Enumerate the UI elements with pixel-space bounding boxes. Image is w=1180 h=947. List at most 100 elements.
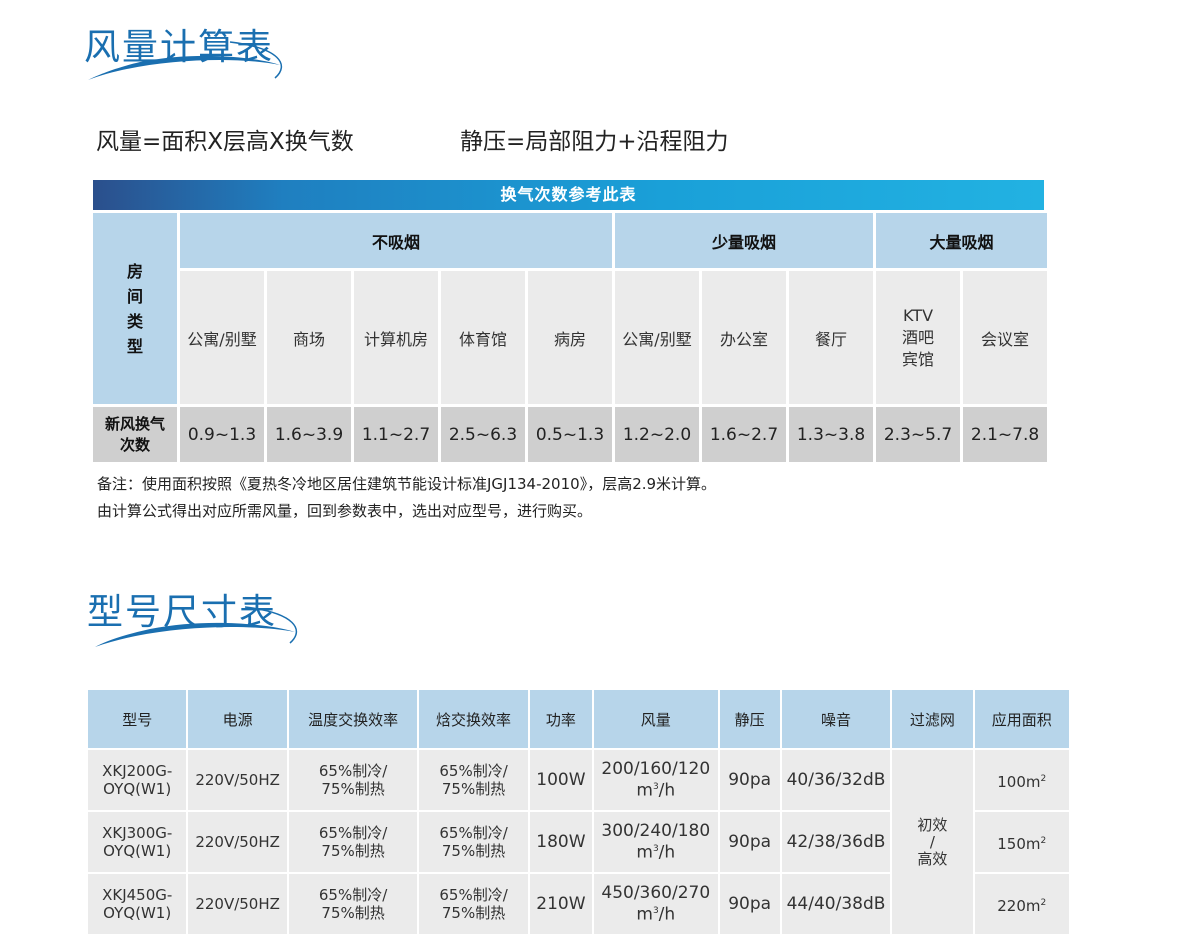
model-cell: XKJ300G- OYQ(W1)	[88, 812, 187, 872]
power-supply-cell: 220V/50HZ	[188, 874, 287, 934]
room-meeting: 会议室	[963, 271, 1048, 404]
power-supply-cell: 220V/50HZ	[188, 750, 287, 810]
header-airflow: 风量	[594, 690, 718, 748]
header-area: 应用面积	[974, 690, 1069, 748]
header-static-pressure: 静压	[719, 690, 780, 748]
room-type-char: 房	[126, 261, 143, 281]
flow-value: 300/240/180	[601, 821, 711, 842]
flow-unit-base: m	[636, 904, 653, 925]
power-cell: 180W	[529, 812, 593, 872]
room-gym: 体育馆	[441, 271, 525, 404]
header-model: 型号	[88, 690, 187, 748]
room-bar: 酒吧	[902, 327, 935, 347]
note-line-2: 由计算公式得出对应所需风量，回到参数表中，选出对应型号，进行购买。	[97, 502, 593, 520]
power-cell: 100W	[529, 750, 593, 810]
room-type-char: 间	[126, 286, 143, 306]
flow-unit: m3/h	[594, 778, 718, 800]
flow-cell: 450/360/270 m3/h	[594, 874, 718, 934]
room-type-header: 房 间 类 型	[93, 213, 177, 404]
filter-line: /	[929, 832, 935, 851]
power-cell: 210W	[529, 874, 593, 934]
room-type-char: 类	[126, 311, 143, 331]
air-change-table: 换气次数参考此表 房 间 类 型 不吸烟 少量吸烟 大量吸烟 公寓/别墅 商场 …	[93, 180, 1048, 465]
enth-eff-cell: 65%制冷/75%制热	[419, 874, 528, 934]
area-unit: m	[1025, 772, 1041, 791]
header-power: 功率	[529, 690, 593, 748]
power-supply-cell: 220V/50HZ	[188, 812, 287, 872]
eff-line: 65%制冷/	[439, 762, 508, 780]
temp-eff-cell: 65%制冷/75%制热	[288, 874, 418, 934]
flow-unit-suffix: /h	[658, 842, 676, 863]
air-change-value: 1.6~2.7	[702, 407, 786, 462]
noise-cell: 42/38/36dB	[781, 812, 891, 872]
noise-cell: 44/40/38dB	[781, 874, 891, 934]
enth-eff-cell: 65%制冷/75%制热	[419, 750, 528, 810]
area-unit-sup: 2	[1040, 835, 1047, 846]
air-change-value: 1.2~2.0	[615, 407, 699, 462]
model-line: OYQ(W1)	[103, 780, 172, 798]
temp-eff-cell: 65%制冷/75%制热	[288, 812, 418, 872]
filter-cell: 初效 / 高效	[892, 750, 973, 934]
value-label-line: 次数	[119, 435, 150, 454]
model-line: XKJ200G-	[102, 762, 173, 780]
flow-unit-base: m	[636, 780, 653, 801]
formula-airflow: 风量=面积X层高X换气数	[96, 129, 354, 155]
air-change-value-label: 新风换气 次数	[93, 407, 177, 462]
area-unit: m	[1025, 896, 1041, 915]
room-hotel: 宾馆	[902, 349, 935, 369]
eff-line: 65%制冷/	[439, 824, 508, 842]
temp-eff-cell: 65%制冷/75%制热	[288, 750, 418, 810]
pressure-cell: 90pa	[719, 750, 780, 810]
model-line: OYQ(W1)	[103, 904, 172, 922]
area-value: 100	[997, 772, 1026, 791]
room-ktv-bar-hotel: KTV 酒吧 宾馆	[876, 271, 961, 404]
header-power-supply: 电源	[188, 690, 287, 748]
noise-cell: 40/36/32dB	[781, 750, 891, 810]
area-value: 220	[997, 896, 1026, 915]
air-change-value: 1.3~3.8	[789, 407, 874, 462]
room-computer: 计算机房	[354, 271, 438, 404]
title-swoosh-decoration	[88, 41, 283, 80]
room-restaurant: 餐厅	[789, 271, 874, 404]
area-cell: 150m2	[974, 812, 1069, 872]
air-change-value: 0.5~1.3	[528, 407, 612, 462]
eff-line: 65%制冷/	[318, 762, 388, 780]
room-type-char: 型	[126, 336, 143, 356]
eff-line: 75%制热	[441, 780, 506, 798]
flow-value: 200/160/120	[601, 759, 711, 780]
title-swoosh-decoration	[95, 606, 298, 647]
model-cell: XKJ450G- OYQ(W1)	[88, 874, 187, 934]
air-change-value: 1.1~2.7	[354, 407, 438, 462]
header-enthalpy-efficiency: 焓交换效率	[419, 690, 528, 748]
flow-cell: 200/160/120 m3/h	[594, 750, 718, 810]
room-apartment: 公寓/别墅	[180, 271, 264, 404]
header-filter: 过滤网	[892, 690, 973, 748]
room-ktv: KTV	[903, 305, 934, 325]
eff-line: 65%制冷/	[318, 824, 388, 842]
air-change-value: 1.6~3.9	[267, 407, 351, 462]
model-line: XKJ450G-	[102, 886, 173, 904]
filter-line: 初效	[917, 815, 948, 834]
value-label-line: 新风换气	[104, 414, 165, 433]
table-row: XKJ200G- OYQ(W1) 220V/50HZ 65%制冷/75%制热 65…	[88, 750, 1069, 934]
area-unit-sup: 2	[1040, 773, 1047, 784]
air-change-table-banner: 换气次数参考此表	[93, 180, 1044, 210]
model-line: XKJ300G-	[102, 824, 173, 842]
area-value: 150	[997, 834, 1026, 853]
air-change-value: 2.3~5.7	[876, 407, 961, 462]
eff-line: 75%制热	[321, 842, 385, 860]
filter-line: 高效	[917, 849, 948, 868]
eff-line: 75%制热	[441, 842, 506, 860]
pressure-cell: 90pa	[719, 812, 780, 872]
header-temp-efficiency: 温度交换效率	[288, 690, 418, 748]
pressure-cell: 90pa	[719, 874, 780, 934]
header-noise: 噪音	[781, 690, 891, 748]
air-change-value: 0.9~1.3	[180, 407, 264, 462]
air-change-value: 2.1~7.8	[963, 407, 1048, 462]
area-cell: 100m2	[974, 750, 1069, 810]
air-change-value: 2.5~6.3	[441, 407, 525, 462]
area-unit: m	[1025, 834, 1041, 853]
room-office: 办公室	[702, 271, 786, 404]
flow-value: 450/360/270	[601, 883, 711, 904]
eff-line: 75%制热	[321, 904, 385, 922]
